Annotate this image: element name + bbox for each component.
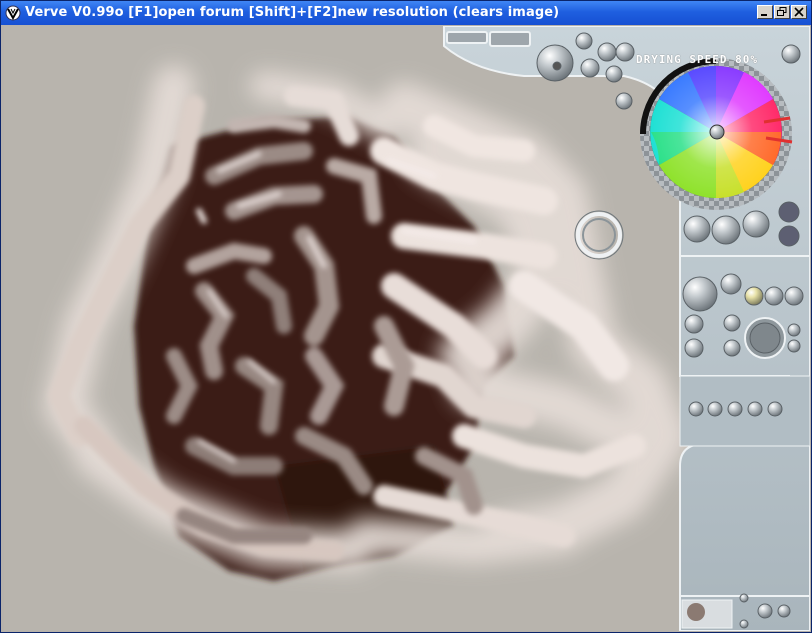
painting	[4, 26, 810, 631]
minimize-button[interactable]	[757, 5, 773, 19]
maximize-button[interactable]	[774, 5, 790, 19]
slot-button-1[interactable]	[446, 31, 488, 44]
close-button[interactable]	[791, 5, 807, 19]
close-icon	[794, 7, 804, 17]
minimize-icon	[761, 14, 767, 16]
paint-canvas[interactable]: DRYING SPEED 80%	[4, 26, 810, 631]
title-bar[interactable]: Verve V0.99o [F1]open forum [Shift]+[F2]…	[1, 1, 811, 25]
app-window: Verve V0.99o [F1]open forum [Shift]+[F2]…	[0, 0, 812, 633]
drying-speed-label: DRYING SPEED 80%	[636, 53, 758, 66]
verve-app-icon	[5, 5, 21, 21]
restore-icon	[777, 7, 787, 16]
window-title: Verve V0.99o [F1]open forum [Shift]+[F2]…	[25, 5, 560, 20]
slot-button-2[interactable]	[489, 31, 531, 47]
color-wheel-icon[interactable]	[640, 58, 793, 210]
